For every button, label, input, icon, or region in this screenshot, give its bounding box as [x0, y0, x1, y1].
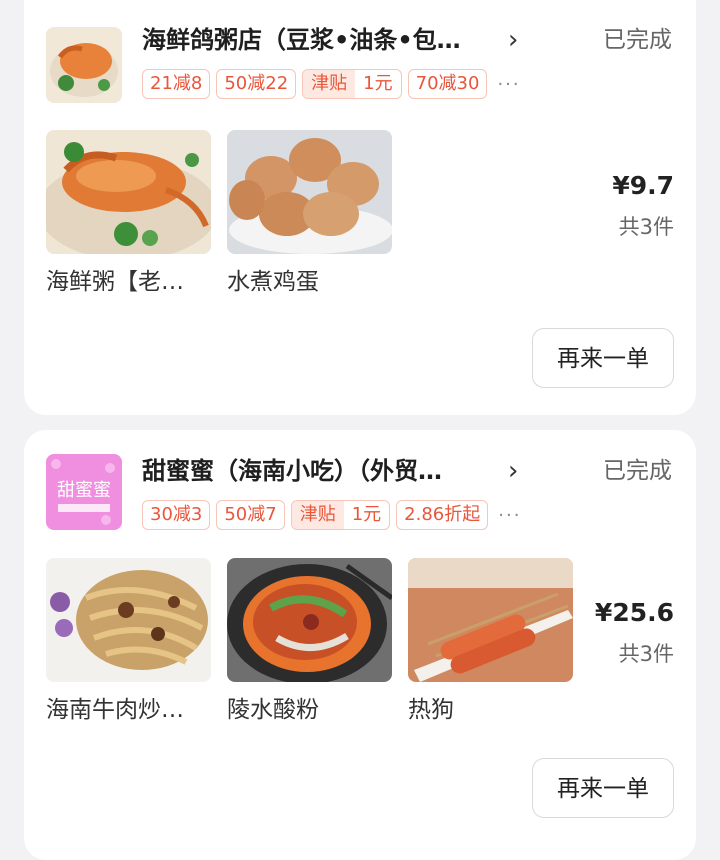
chevron-right-icon[interactable]: › — [508, 454, 528, 488]
order-items[interactable]: 海鲜粥【老… 水煮鸡蛋 — [46, 130, 392, 298]
subsidy-label: 津贴 — [291, 501, 344, 529]
promo-tag: 30减3 — [142, 500, 211, 530]
order-price: ¥25.6 — [594, 598, 674, 627]
promo-tags: 30减3 50减7 津贴 1元 2.86折起 ··· — [142, 500, 521, 530]
promo-tag: 2.86折起 — [396, 500, 489, 530]
order-items[interactable]: 海南牛肉炒… 陵水酸粉 热狗 — [46, 558, 573, 726]
promo-tags: 21减8 50减22 津贴 1元 70减30 ··· — [142, 69, 521, 99]
promo-tag: 50减7 — [216, 500, 285, 530]
reorder-button[interactable]: 再来一单 — [532, 758, 674, 818]
shop-logo[interactable]: 甜蜜蜜 — [46, 454, 122, 530]
item-name: 水煮鸡蛋 — [227, 269, 319, 295]
more-promos-icon[interactable]: ··· — [494, 505, 521, 526]
item-count: 共3件 — [618, 642, 674, 666]
item-name: 陵水酸粉 — [227, 697, 319, 723]
order-price: ¥9.7 — [612, 171, 674, 200]
subsidy-value: 1元 — [363, 73, 393, 94]
hot-dog-image — [408, 558, 573, 682]
sour-rice-noodles-image — [227, 558, 392, 682]
more-promos-icon[interactable]: ··· — [493, 74, 520, 95]
item-name: 热狗 — [408, 697, 454, 723]
promo-tag: 70减30 — [407, 69, 488, 99]
reorder-button[interactable]: 再来一单 — [532, 328, 674, 388]
order-status: 已完成 — [603, 458, 672, 484]
shop-name[interactable]: 海鲜鸽粥店（豆浆•油条•包… — [142, 23, 522, 57]
subsidy-label: 津贴 — [303, 70, 356, 98]
order-item[interactable]: 海鲜粥【老… — [46, 130, 211, 298]
order-status: 已完成 — [603, 27, 672, 53]
promo-tag: 21减8 — [142, 69, 211, 99]
boiled-eggs-image — [227, 130, 392, 254]
shop-name[interactable]: 甜蜜蜜（海南小吃）（外贸… — [142, 454, 522, 488]
shop-logo[interactable] — [46, 27, 122, 103]
order-item[interactable]: 热狗 — [408, 558, 573, 726]
subsidy-tag: 津贴 1元 — [290, 500, 391, 530]
crab-congee-image — [46, 130, 211, 254]
order-card[interactable]: 甜蜜蜜 甜蜜蜜（海南小吃）（外贸… › 已完成 30减3 50减7 津贴 1元 … — [24, 430, 696, 860]
order-item[interactable]: 海南牛肉炒… — [46, 558, 211, 726]
subsidy-tag: 津贴 1元 — [302, 69, 402, 99]
promo-tag: 50减22 — [216, 69, 297, 99]
order-item[interactable]: 水煮鸡蛋 — [227, 130, 392, 298]
item-name: 海南牛肉炒… — [46, 697, 184, 723]
order-card[interactable]: 海鲜鸽粥店（豆浆•油条•包… › 已完成 21减8 50减22 津贴 1元 70… — [24, 0, 696, 415]
item-name: 海鲜粥【老… — [46, 269, 184, 295]
beef-noodles-image — [46, 558, 211, 682]
item-count: 共3件 — [618, 215, 674, 239]
subsidy-value: 1元 — [351, 504, 382, 525]
order-item[interactable]: 陵水酸粉 — [227, 558, 392, 726]
logo-text: 甜蜜蜜 — [57, 480, 111, 501]
chevron-right-icon[interactable]: › — [508, 23, 528, 57]
